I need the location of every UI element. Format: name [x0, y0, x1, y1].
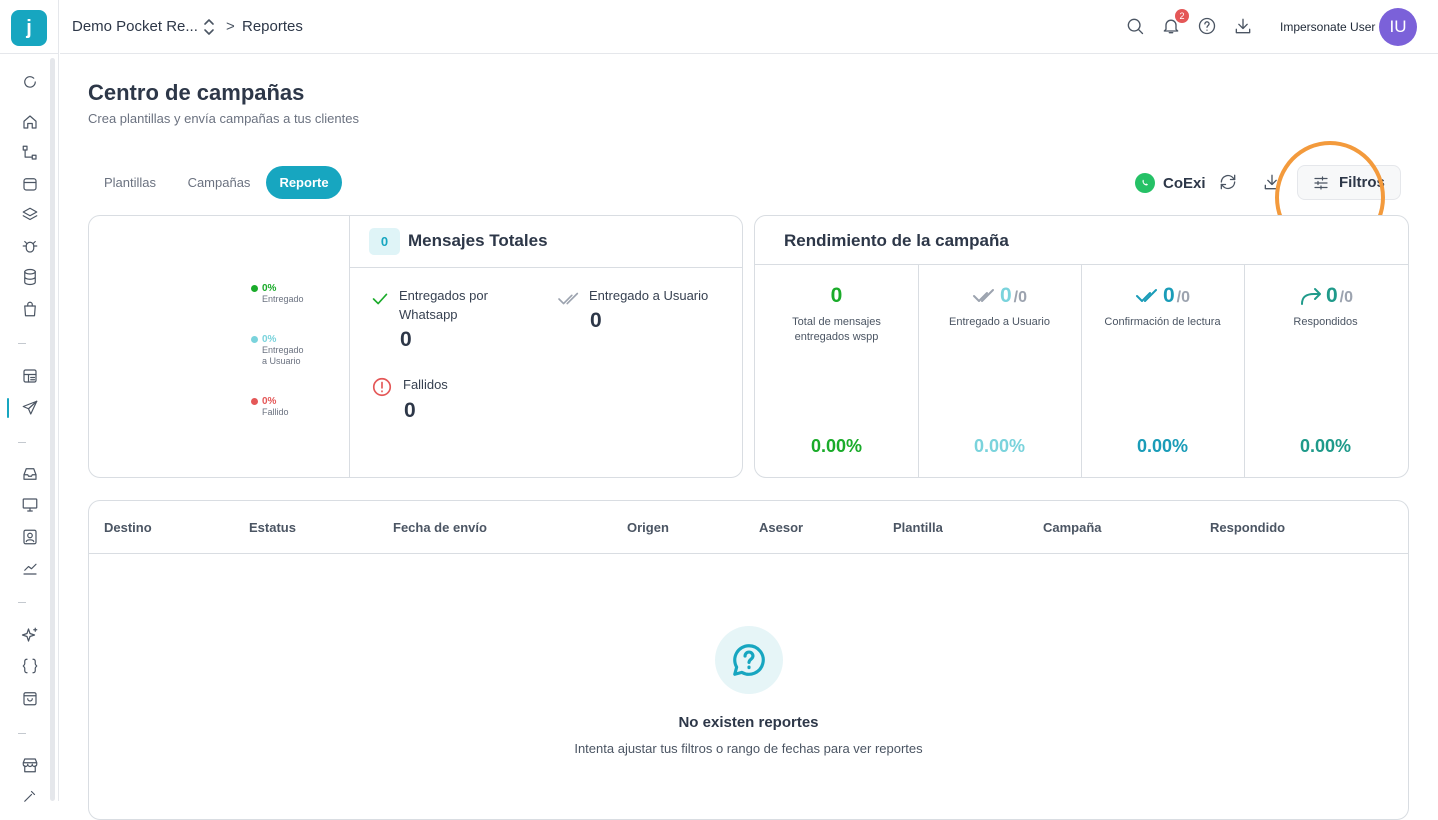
home-icon[interactable]	[19, 111, 41, 133]
breadcrumb-separator: >	[226, 18, 235, 35]
metric-delivered-user: 0 /0 Entregado a Usuario 0.00%	[949, 284, 1050, 456]
question-bubble-icon	[715, 626, 783, 694]
failed-value: 0	[404, 399, 416, 422]
delivered-user-value: 0	[590, 309, 602, 332]
channel-name: CoExi	[1163, 174, 1206, 192]
flow-icon[interactable]	[19, 142, 41, 164]
card-divider	[350, 267, 742, 268]
performance-title: Rendimiento de la campaña	[784, 231, 1009, 250]
layout-icon[interactable]	[19, 365, 41, 387]
campaign-performance-card: Rendimiento de la campaña 0 Total de men…	[754, 215, 1409, 478]
card-divider	[349, 216, 350, 477]
delivered-whatsapp-label: Entregados por Whatsapp	[399, 288, 488, 322]
workspace-name[interactable]: Demo Pocket Re...	[72, 18, 198, 35]
bug-icon[interactable]	[19, 235, 41, 257]
database-icon[interactable]	[19, 266, 41, 288]
sidebar-separator	[18, 343, 26, 344]
breadcrumb: Reportes	[242, 18, 303, 35]
monitor-icon[interactable]	[19, 494, 41, 516]
user-name[interactable]: Impersonate User	[1280, 20, 1375, 34]
legend-item-failed: 0% Fallido	[251, 396, 289, 418]
reports-table: Destino Estatus Fecha de envío Origen As…	[88, 500, 1409, 820]
double-check-icon	[1135, 289, 1157, 302]
archive-icon[interactable]	[19, 173, 41, 195]
empty-state-subtitle: Intenta ajustar tus filtros o rango de f…	[574, 741, 923, 756]
sidebar-divider	[0, 53, 59, 54]
table-divider	[89, 553, 1408, 554]
page-title: Centro de campañas	[88, 80, 305, 105]
double-check-icon	[972, 289, 994, 302]
help-icon[interactable]	[1197, 16, 1219, 38]
chevron-updown-icon[interactable]	[202, 16, 216, 38]
column-header[interactable]: Estatus	[249, 520, 296, 535]
whatsapp-icon	[1135, 173, 1155, 193]
column-header[interactable]: Destino	[104, 520, 152, 535]
contact-icon[interactable]	[19, 526, 41, 548]
app-logo[interactable]: j	[11, 10, 47, 46]
page-subtitle: Crea plantillas y envía campañas a tus c…	[88, 111, 359, 126]
double-check-icon	[556, 288, 584, 310]
metric-read-confirmation: 0 /0 Confirmación de lectura 0.00%	[1104, 284, 1221, 456]
bag-icon[interactable]	[19, 298, 41, 320]
messages-summary-card: 0% Entregado 0% Entregado a Usuario 0% F…	[88, 215, 743, 478]
empty-state-title: No existen reportes	[678, 714, 819, 731]
layers-icon[interactable]	[19, 204, 41, 226]
chart-icon[interactable]	[19, 557, 41, 579]
reload-icon[interactable]	[1218, 172, 1240, 194]
sidebar-active-indicator	[7, 398, 9, 418]
tool-icon[interactable]	[19, 785, 41, 807]
tab-campanas[interactable]: Campañas	[176, 166, 262, 199]
column-header[interactable]: Asesor	[759, 520, 803, 535]
sidebar-separator	[18, 442, 26, 443]
search-icon[interactable]	[1125, 16, 1147, 38]
shop-bag-icon[interactable]	[19, 687, 41, 709]
column-header[interactable]: Plantilla	[893, 520, 943, 535]
store-icon[interactable]	[19, 754, 41, 776]
check-icon	[369, 288, 391, 310]
sidebar-separator	[18, 733, 26, 734]
download-icon[interactable]	[1233, 16, 1255, 38]
sidebar-scrollbar[interactable]	[50, 58, 55, 801]
refresh-icon[interactable]	[19, 71, 41, 93]
column-header[interactable]: Origen	[627, 520, 669, 535]
column-header[interactable]: Fecha de envío	[393, 520, 487, 535]
reply-arrow-icon	[1300, 288, 1321, 305]
sidebar: j	[0, 0, 59, 802]
sidebar-separator	[18, 602, 26, 603]
alert-icon	[371, 376, 393, 398]
braces-icon[interactable]	[19, 655, 41, 677]
delivered-whatsapp-value: 0	[400, 328, 412, 351]
notification-badge: 2	[1175, 9, 1189, 23]
column-header[interactable]: Respondido	[1210, 520, 1285, 535]
legend-item-delivered-user: 0% Entregado a Usuario	[251, 334, 304, 367]
inbox-icon[interactable]	[19, 463, 41, 485]
legend-item-delivered: 0% Entregado	[251, 283, 304, 305]
failed-label: Fallidos	[403, 377, 448, 392]
channel-selector[interactable]: CoExi	[1135, 172, 1206, 194]
total-messages-badge: 0	[369, 228, 400, 255]
tab-reporte[interactable]: Reporte	[266, 166, 342, 199]
column-header[interactable]: Campaña	[1043, 520, 1102, 535]
delivered-user-label: Entregado a Usuario	[589, 288, 709, 303]
metric-total-delivered: 0 Total de mensajes entregados wspp 0.00%	[792, 284, 881, 456]
total-messages-title: Mensajes Totales	[408, 231, 548, 250]
top-header: Demo Pocket Re... > Reportes 2 Impersona…	[60, 0, 1438, 54]
sparkles-icon[interactable]	[19, 624, 41, 646]
send-icon[interactable]	[19, 397, 41, 419]
avatar[interactable]: IU	[1379, 8, 1417, 46]
metric-responded: 0 /0 Respondidos 0.00%	[1293, 284, 1358, 456]
tab-plantillas[interactable]: Plantillas	[88, 166, 172, 199]
